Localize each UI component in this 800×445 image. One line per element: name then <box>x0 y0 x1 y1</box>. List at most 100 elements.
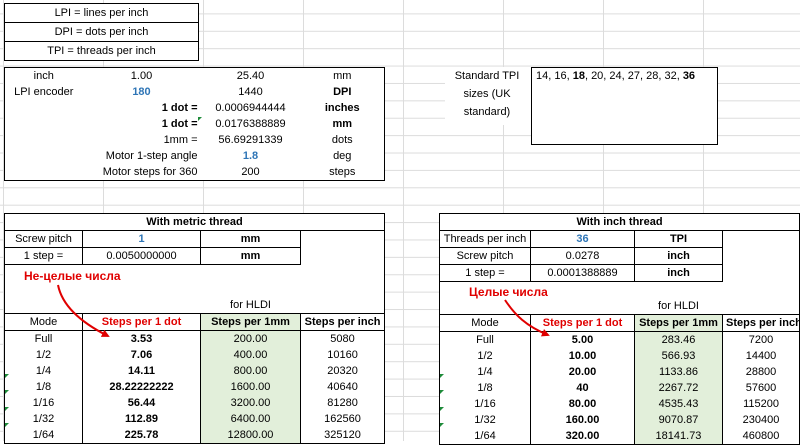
cell-steps-per-inch[interactable]: 5080 <box>301 331 385 348</box>
empty-cell[interactable] <box>723 282 800 299</box>
cell-steps-per-inch[interactable]: 115200 <box>723 396 800 412</box>
cell-steps-per-mm[interactable]: 2267.72 <box>634 380 723 396</box>
cell-steps-per-inch[interactable]: 28800 <box>723 364 800 380</box>
cell-mode[interactable]: Full <box>4 330 83 347</box>
metric-table-title[interactable]: With metric thread <box>4 213 385 231</box>
definition-tpi[interactable]: TPI = threads per inch <box>4 41 199 61</box>
empty-cell[interactable] <box>201 281 301 297</box>
inch-tpi-label[interactable]: Threads per inch <box>439 230 531 248</box>
cell-mode[interactable]: 1/8 <box>439 380 531 396</box>
cell-steps-per-mm[interactable]: 1600.00 <box>200 379 301 395</box>
param-label[interactable]: 1 dot = <box>5 100 201 116</box>
col-header-steps-per-dot[interactable]: Steps per 1 dot <box>530 314 635 332</box>
cell-steps-per-mm[interactable]: 200.00 <box>200 330 301 347</box>
empty-cell[interactable] <box>5 281 83 297</box>
param-label[interactable]: Motor 1-step angle <box>5 148 201 164</box>
param-value[interactable]: 1440 <box>201 84 301 100</box>
cell-steps-per-dot[interactable]: 10.00 <box>530 348 635 364</box>
cell-steps-per-mm[interactable]: 12800.00 <box>200 427 301 444</box>
inch-step-value[interactable]: 0.0001388889 <box>530 264 635 282</box>
cell-steps-per-mm[interactable]: 9070.87 <box>634 412 723 428</box>
param-label[interactable]: 1 dot = <box>5 116 201 132</box>
col-header-mode[interactable]: Mode <box>439 314 531 332</box>
cell-steps-per-mm[interactable]: 6400.00 <box>200 411 301 427</box>
col-header-steps-per-mm[interactable]: Steps per 1mm <box>200 313 301 331</box>
cell-steps-per-mm[interactable]: 400.00 <box>200 347 301 363</box>
empty-cell[interactable] <box>723 231 800 248</box>
cell-steps-per-dot[interactable]: 160.00 <box>530 412 635 428</box>
cell-mode[interactable]: 1/16 <box>439 396 531 412</box>
inch-tpi-unit[interactable]: TPI <box>634 230 723 248</box>
empty-cell[interactable] <box>723 298 800 315</box>
cell-steps-per-dot[interactable]: 14.11 <box>82 363 201 379</box>
empty-cell[interactable] <box>723 248 800 265</box>
empty-cell[interactable] <box>635 282 723 299</box>
param-value[interactable]: 1.00 <box>83 68 201 85</box>
cell-steps-per-mm[interactable]: 283.46 <box>634 331 723 348</box>
empty-cell[interactable] <box>301 297 385 314</box>
empty-cell[interactable] <box>301 231 385 248</box>
cell-steps-per-inch[interactable]: 57600 <box>723 380 800 396</box>
metric-screw-value[interactable]: 1 <box>82 230 201 248</box>
cell-steps-per-inch[interactable]: 20320 <box>301 363 385 379</box>
cell-steps-per-dot[interactable]: 112.89 <box>82 411 201 427</box>
cell-mode[interactable]: 1/2 <box>4 347 83 363</box>
cell-steps-per-inch[interactable]: 162560 <box>301 411 385 427</box>
cell-mode[interactable]: Full <box>439 331 531 348</box>
empty-cell[interactable] <box>83 297 201 314</box>
cell-mode[interactable]: 1/4 <box>439 364 531 380</box>
metric-step-label[interactable]: 1 step = <box>4 247 83 265</box>
cell-steps-per-mm[interactable]: 1133.86 <box>634 364 723 380</box>
param-value[interactable]: 25.40 <box>201 68 301 85</box>
cell-steps-per-mm[interactable]: 18141.73 <box>634 428 723 445</box>
param-value[interactable]: 0.0006944444 <box>201 100 301 116</box>
param-label[interactable]: inch <box>5 68 83 85</box>
cell-steps-per-inch[interactable]: 230400 <box>723 412 800 428</box>
empty-cell[interactable] <box>301 248 385 265</box>
cell-mode[interactable]: 1/32 <box>439 412 531 428</box>
param-label[interactable]: 1mm = <box>5 132 201 148</box>
cell-steps-per-dot[interactable]: 3.53 <box>82 330 201 347</box>
empty-cell[interactable] <box>5 297 83 314</box>
cell-steps-per-mm[interactable]: 3200.00 <box>200 395 301 411</box>
cell-steps-per-dot[interactable]: 5.00 <box>530 331 635 348</box>
param-unit[interactable]: deg <box>301 148 385 164</box>
cell-steps-per-mm[interactable]: 4535.43 <box>634 396 723 412</box>
param-value[interactable]: 0.0176388889 <box>201 116 301 132</box>
inch-step-unit[interactable]: inch <box>634 264 723 282</box>
tpi-sizes-label[interactable]: Standard TPI sizes (UK standard) <box>445 67 529 121</box>
param-unit[interactable]: mm <box>301 68 385 85</box>
param-unit[interactable]: dots <box>301 132 385 148</box>
cell-steps-per-dot[interactable]: 225.78 <box>82 427 201 444</box>
inch-step-label[interactable]: 1 step = <box>439 264 531 282</box>
cell-mode[interactable]: 1/2 <box>439 348 531 364</box>
empty-cell[interactable] <box>83 281 201 297</box>
metric-step-value[interactable]: 0.0050000000 <box>82 247 201 265</box>
definition-lpi[interactable]: LPI = lines per inch <box>4 3 199 23</box>
empty-cell[interactable] <box>301 265 385 282</box>
col-header-steps-per-inch[interactable]: Steps per inch <box>299 313 386 331</box>
empty-cell[interactable] <box>201 265 301 282</box>
metric-screw-unit[interactable]: mm <box>200 230 301 248</box>
tpi-sizes-list[interactable]: 14, 16, 18, 20, 24, 27, 28, 32, 36 <box>531 67 718 145</box>
cell-steps-per-inch[interactable]: 7200 <box>723 332 800 349</box>
param-value[interactable]: 1.8 <box>201 148 301 164</box>
param-label[interactable]: Motor steps for 360 <box>5 164 201 181</box>
cell-steps-per-dot[interactable]: 7.06 <box>82 347 201 363</box>
metric-hldi-label[interactable]: for HLDI <box>201 297 301 314</box>
cell-steps-per-inch[interactable]: 40640 <box>301 379 385 395</box>
param-unit[interactable]: DPI <box>301 84 385 100</box>
cell-mode[interactable]: 1/64 <box>439 428 531 445</box>
cell-steps-per-dot[interactable]: 20.00 <box>530 364 635 380</box>
col-header-steps-per-dot[interactable]: Steps per 1 dot <box>82 313 201 331</box>
cell-steps-per-dot[interactable]: 80.00 <box>530 396 635 412</box>
col-header-steps-per-mm[interactable]: Steps per 1mm <box>634 314 723 332</box>
cell-steps-per-inch[interactable]: 460800 <box>723 428 800 445</box>
cell-steps-per-dot[interactable]: 56.44 <box>82 395 201 411</box>
cell-steps-per-mm[interactable]: 800.00 <box>200 363 301 379</box>
param-value[interactable]: 200 <box>201 164 301 181</box>
cell-mode[interactable]: 1/8 <box>4 379 83 395</box>
cell-steps-per-inch[interactable]: 10160 <box>301 347 385 363</box>
metric-screw-label[interactable]: Screw pitch <box>4 230 83 248</box>
cell-steps-per-mm[interactable]: 566.93 <box>634 348 723 364</box>
